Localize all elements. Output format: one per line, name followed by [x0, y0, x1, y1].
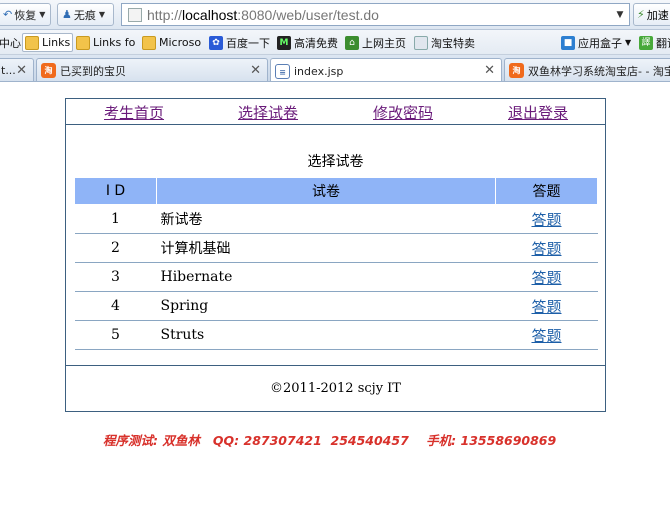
chevron-down-icon: ▼: [98, 10, 106, 19]
restore-label: 恢复: [14, 8, 37, 22]
nav-logout[interactable]: 退出登录: [508, 102, 568, 123]
home-icon: ⌂: [345, 35, 359, 50]
close-icon[interactable]: ✕: [250, 63, 261, 78]
taobao-tab-icon: 淘: [509, 63, 524, 78]
favorite-item-hd[interactable]: M 高清免费: [275, 33, 340, 52]
answer-link[interactable]: 答题: [531, 269, 561, 287]
table-row: 5 Struts 答题: [74, 320, 598, 350]
favorite-item[interactable]: 中心: [0, 33, 23, 52]
answer-link[interactable]: 答题: [531, 240, 561, 258]
row-id: 5: [74, 320, 157, 350]
favorite-item-microsoft[interactable]: Microso: [140, 33, 203, 52]
row-paper-name: Hibernate: [156, 262, 496, 292]
taobao-tab-icon: 淘: [41, 63, 56, 78]
exam-table: I D 试卷 答题 1 新试卷 答题 2 计算机基础 答题 3 Hibernat…: [74, 177, 598, 350]
restore-button[interactable]: ↶ 恢复 ▼: [0, 3, 51, 26]
close-icon[interactable]: ✕: [484, 63, 495, 78]
row-paper-name: 计算机基础: [156, 233, 496, 263]
address-url: http://localhost:8080/web/user/test.do: [147, 6, 379, 23]
address-dropdown-icon[interactable]: ▼: [612, 5, 628, 24]
nav-student-home[interactable]: 考生首页: [104, 102, 164, 123]
row-id: 1: [74, 204, 157, 234]
row-id: 3: [74, 262, 157, 292]
row-id: 4: [74, 291, 157, 321]
answer-link[interactable]: 答题: [531, 211, 561, 229]
answer-link[interactable]: 答题: [531, 327, 561, 345]
incognito-icon: ♟: [62, 8, 72, 21]
favorite-item-homepage[interactable]: ⌂ 上网主页: [343, 33, 408, 52]
chevron-down-icon: ▼: [39, 10, 46, 19]
section-title: 选择试卷: [307, 154, 364, 170]
favorite-item-app-box[interactable]: ■ 应用盒子 ▼: [559, 33, 633, 52]
tab-taobao-shop[interactable]: 淘 双鱼林学习系统淘宝店- - 淘宝: [504, 58, 670, 81]
folder-icon: [25, 35, 39, 50]
favorite-item-links[interactable]: Links: [22, 33, 74, 52]
folder-icon: [76, 35, 90, 50]
favorites-bar: 中心 Links Links fo Microso ✿ 百度一下 M 高清免费 …: [0, 30, 670, 55]
document-icon: ≡: [275, 63, 290, 79]
chevron-down-icon: ▼: [625, 38, 632, 47]
paw-icon: ✿: [209, 35, 223, 50]
row-paper-name: 新试卷: [156, 204, 496, 234]
back-arrow-icon: ↶: [3, 8, 13, 21]
table-row: 1 新试卷 答题: [74, 204, 598, 234]
answer-link[interactable]: 答题: [531, 298, 561, 316]
copyright-footer: ©2011-2012 scjy IT: [66, 365, 605, 411]
column-header-paper: 试卷: [156, 177, 496, 205]
lightning-icon: ⚡: [637, 8, 645, 21]
tab-partial[interactable]: t... ✕: [0, 58, 34, 81]
taobao-icon: [414, 35, 428, 50]
accelerate-label: 加速: [646, 8, 669, 22]
row-id: 2: [74, 233, 157, 263]
accelerate-button[interactable]: ⚡ 加速: [633, 3, 670, 26]
table-row: 2 计算机基础 答题: [74, 233, 598, 263]
incognito-button[interactable]: ♟ 无痕 ▼: [57, 3, 114, 26]
row-paper-name: Struts: [156, 320, 496, 350]
address-bar[interactable]: http://localhost:8080/web/user/test.do: [121, 3, 630, 26]
table-header-row: I D 试卷 答题: [74, 177, 598, 205]
nav-change-password[interactable]: 修改密码: [373, 102, 433, 123]
browser-toolbar: ↶ 恢复 ▼ ♟ 无痕 ▼ http://localhost:8080/web/…: [0, 0, 670, 30]
tab-bar: t... ✕ 淘 已买到的宝贝 ✕ ≡ index.jsp ✕ 淘 双鱼林学习系…: [0, 55, 670, 82]
favorite-item-translate[interactable]: 譯 翻译: [637, 33, 670, 52]
column-header-id: I D: [74, 177, 157, 205]
box-icon: ■: [561, 35, 575, 50]
column-header-answer: 答题: [495, 177, 598, 205]
folder-icon: [142, 35, 156, 50]
favorite-item-baidu[interactable]: ✿ 百度一下: [207, 33, 272, 52]
tab-index-jsp[interactable]: ≡ index.jsp ✕: [270, 58, 502, 81]
favorite-item-links-fo[interactable]: Links fo: [74, 33, 137, 52]
exam-container: 考生首页 选择试卷 修改密码 退出登录 选择试卷 I D 试卷 答题 1 新试卷…: [65, 98, 606, 412]
page-icon: [128, 7, 142, 22]
m-icon: M: [277, 35, 291, 50]
close-icon[interactable]: ✕: [16, 63, 27, 78]
tab-purchased[interactable]: 淘 已买到的宝贝 ✕: [36, 58, 268, 81]
top-nav: 考生首页 选择试卷 修改密码 退出登录: [66, 99, 605, 125]
tester-contact-line: 程序测试: 双鱼林 QQ: 287307421 254540457 手机: 13…: [103, 433, 557, 448]
table-row: 4 Spring 答题: [74, 291, 598, 321]
nav-select-paper[interactable]: 选择试卷: [238, 102, 298, 123]
incognito-label: 无痕: [73, 8, 96, 22]
favorite-item-taobao[interactable]: 淘宝特卖: [412, 33, 477, 52]
translate-icon: 譯: [639, 35, 653, 50]
table-row: 3 Hibernate 答题: [74, 262, 598, 292]
row-paper-name: Spring: [156, 291, 496, 321]
